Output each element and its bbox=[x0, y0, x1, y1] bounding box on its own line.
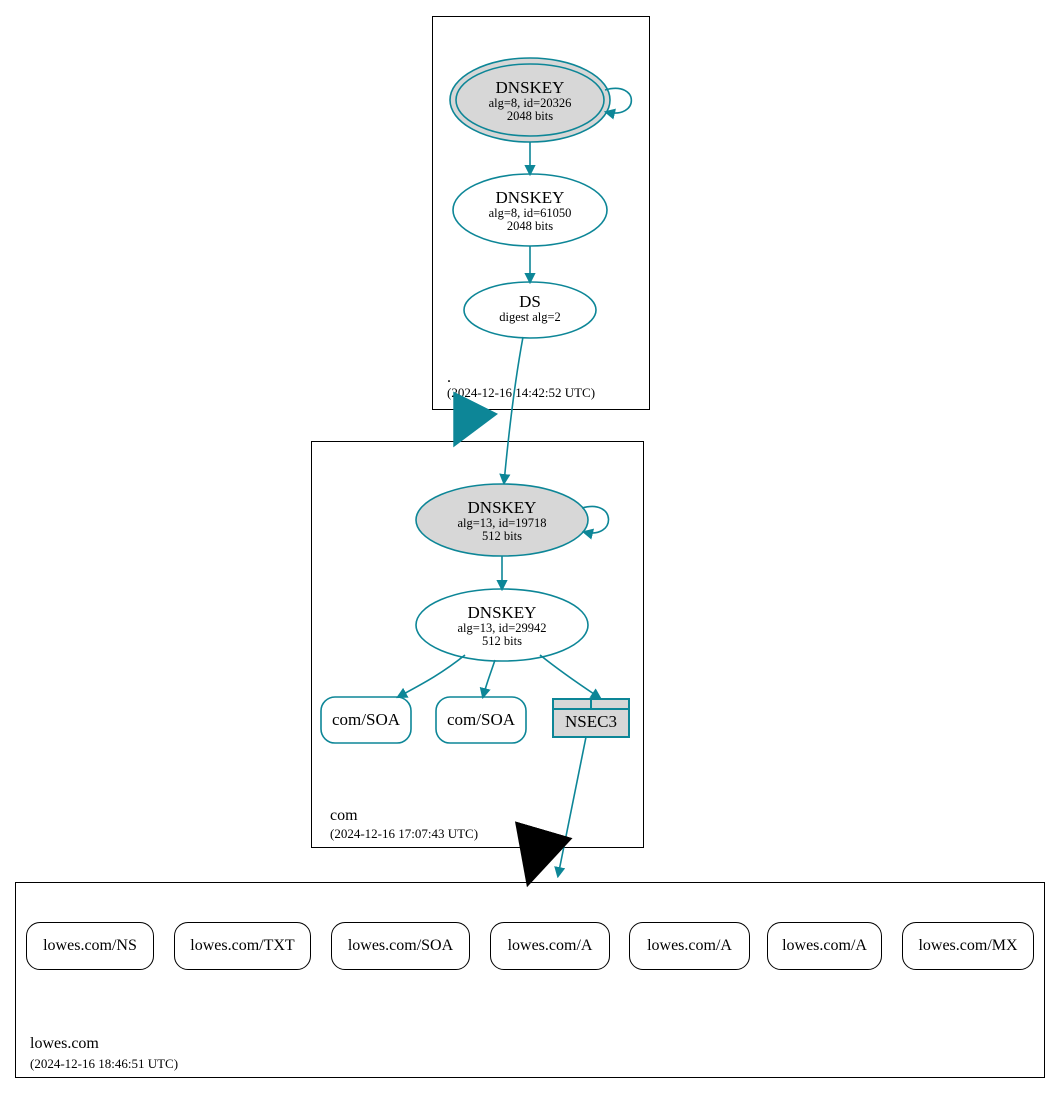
rrset-lowes-a1: lowes.com/A bbox=[490, 922, 610, 970]
rrset-lowes-ns: lowes.com/NS bbox=[26, 922, 154, 970]
rrset-lowes-txt: lowes.com/TXT bbox=[174, 922, 311, 970]
rrset-lowes-soa: lowes.com/SOA bbox=[331, 922, 470, 970]
zone-com-name: com bbox=[330, 806, 358, 825]
zone-com bbox=[311, 441, 644, 848]
rrset-lowes-mx: lowes.com/MX bbox=[902, 922, 1034, 970]
rrset-lowes-a2: lowes.com/A bbox=[629, 922, 750, 970]
zone-lowes-ts: (2024-12-16 18:46:51 UTC) bbox=[30, 1056, 178, 1072]
zone-lowes bbox=[15, 882, 1045, 1078]
zone-lowes-name: lowes.com bbox=[30, 1034, 99, 1053]
rrset-lowes-a3: lowes.com/A bbox=[767, 922, 882, 970]
zone-com-ts: (2024-12-16 17:07:43 UTC) bbox=[330, 826, 478, 842]
edge-com-to-lowes-zone bbox=[532, 846, 539, 870]
zone-root-ts: (2024-12-16 14:42:52 UTC) bbox=[447, 385, 595, 401]
zone-root bbox=[432, 16, 650, 410]
edge-root-to-com-zone bbox=[460, 408, 473, 434]
